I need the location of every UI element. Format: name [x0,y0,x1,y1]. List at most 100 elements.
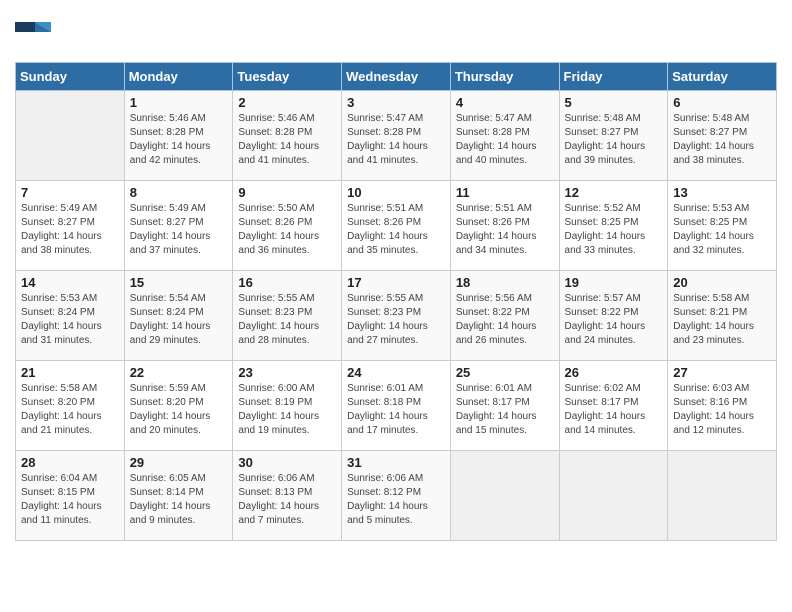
calendar-cell: 10 Sunrise: 5:51 AMSunset: 8:26 PMDayligh… [342,181,451,271]
cell-content: Sunrise: 5:51 AMSunset: 8:26 PMDaylight:… [347,202,445,258]
day-number: 20 [673,275,771,290]
cell-content: Sunrise: 5:54 AMSunset: 8:24 PMDaylight:… [130,292,228,348]
day-number: 9 [238,185,336,200]
day-number: 27 [673,365,771,380]
cell-content: Sunrise: 5:53 AMSunset: 8:25 PMDaylight:… [673,202,771,258]
calendar-week-2: 7Sunrise: 5:49 AMSunset: 8:27 PMDaylight… [16,181,777,271]
day-number: 12 [565,185,663,200]
day-number: 14 [21,275,119,290]
calendar-cell: 23 Sunrise: 6:00 AMSunset: 8:19 PMDayligh… [233,361,342,451]
day-header-sunday: Sunday [16,63,125,91]
cell-content: Sunrise: 6:04 AMSunset: 8:15 PMDaylight:… [21,472,119,528]
calendar-cell: 28 Sunrise: 6:04 AMSunset: 8:15 PMDayligh… [16,451,125,541]
day-header-monday: Monday [124,63,233,91]
cell-content: Sunrise: 6:06 AMSunset: 8:13 PMDaylight:… [238,472,336,528]
calendar-cell: 11 Sunrise: 5:51 AMSunset: 8:26 PMDayligh… [450,181,559,271]
calendar-cell: 13 Sunrise: 5:53 AMSunset: 8:25 PMDayligh… [668,181,777,271]
calendar-cell: 7Sunrise: 5:49 AMSunset: 8:27 PMDaylight… [16,181,125,271]
day-number: 22 [130,365,228,380]
calendar-cell [668,451,777,541]
day-number: 4 [456,95,554,110]
calendar-cell: 19 Sunrise: 5:57 AMSunset: 8:22 PMDayligh… [559,271,668,361]
day-number: 17 [347,275,445,290]
cell-content: Sunrise: 5:46 AMSunset: 8:28 PMDaylight:… [130,112,228,168]
calendar-cell: 18 Sunrise: 5:56 AMSunset: 8:22 PMDayligh… [450,271,559,361]
calendar-cell: 27 Sunrise: 6:03 AMSunset: 8:16 PMDayligh… [668,361,777,451]
day-number: 16 [238,275,336,290]
calendar-week-3: 14 Sunrise: 5:53 AMSunset: 8:24 PMDayligh… [16,271,777,361]
cell-content: Sunrise: 6:03 AMSunset: 8:16 PMDaylight:… [673,382,771,438]
calendar-cell: 12 Sunrise: 5:52 AMSunset: 8:25 PMDayligh… [559,181,668,271]
cell-content: Sunrise: 5:58 AMSunset: 8:21 PMDaylight:… [673,292,771,348]
day-number: 3 [347,95,445,110]
day-number: 1 [130,95,228,110]
day-number: 23 [238,365,336,380]
cell-content: Sunrise: 5:52 AMSunset: 8:25 PMDaylight:… [565,202,663,258]
calendar-cell: 3Sunrise: 5:47 AMSunset: 8:28 PMDaylight… [342,91,451,181]
cell-content: Sunrise: 5:46 AMSunset: 8:28 PMDaylight:… [238,112,336,168]
cell-content: Sunrise: 5:48 AMSunset: 8:27 PMDaylight:… [565,112,663,168]
calendar-cell: 17 Sunrise: 5:55 AMSunset: 8:23 PMDayligh… [342,271,451,361]
day-header-tuesday: Tuesday [233,63,342,91]
calendar-cell: 6 Sunrise: 5:48 AMSunset: 8:27 PMDaylight… [668,91,777,181]
calendar-cell: 9 Sunrise: 5:50 AMSunset: 8:26 PMDaylight… [233,181,342,271]
calendar-cell: 25Sunrise: 6:01 AMSunset: 8:17 PMDayligh… [450,361,559,451]
day-number: 24 [347,365,445,380]
calendar-cell: 5 Sunrise: 5:48 AMSunset: 8:27 PMDaylight… [559,91,668,181]
day-number: 15 [130,275,228,290]
cell-content: Sunrise: 6:05 AMSunset: 8:14 PMDaylight:… [130,472,228,528]
day-number: 7 [21,185,119,200]
calendar-cell: 1 Sunrise: 5:46 AMSunset: 8:28 PMDaylight… [124,91,233,181]
cell-content: Sunrise: 5:48 AMSunset: 8:27 PMDaylight:… [673,112,771,168]
cell-content: Sunrise: 5:51 AMSunset: 8:26 PMDaylight:… [456,202,554,258]
calendar-cell: 15 Sunrise: 5:54 AMSunset: 8:24 PMDayligh… [124,271,233,361]
logo [15,18,55,54]
cell-content: Sunrise: 5:57 AMSunset: 8:22 PMDaylight:… [565,292,663,348]
calendar-cell: 14 Sunrise: 5:53 AMSunset: 8:24 PMDayligh… [16,271,125,361]
day-number: 2 [238,95,336,110]
cell-content: Sunrise: 5:47 AMSunset: 8:28 PMDaylight:… [456,112,554,168]
calendar-cell [559,451,668,541]
calendar-cell: 24 Sunrise: 6:01 AMSunset: 8:18 PMDayligh… [342,361,451,451]
cell-content: Sunrise: 6:01 AMSunset: 8:18 PMDaylight:… [347,382,445,438]
cell-content: Sunrise: 6:00 AMSunset: 8:19 PMDaylight:… [238,382,336,438]
calendar-week-4: 21 Sunrise: 5:58 AMSunset: 8:20 PMDayligh… [16,361,777,451]
calendar-cell: 30 Sunrise: 6:06 AMSunset: 8:13 PMDayligh… [233,451,342,541]
day-number: 21 [21,365,119,380]
calendar-cell: 4 Sunrise: 5:47 AMSunset: 8:28 PMDaylight… [450,91,559,181]
day-number: 30 [238,455,336,470]
cell-content: Sunrise: 6:01 AMSunset: 8:17 PMDaylight:… [456,382,554,438]
day-number: 13 [673,185,771,200]
day-number: 5 [565,95,663,110]
day-number: 31 [347,455,445,470]
calendar-table: SundayMondayTuesdayWednesdayThursdayFrid… [15,62,777,541]
cell-content: Sunrise: 5:56 AMSunset: 8:22 PMDaylight:… [456,292,554,348]
calendar-cell: 26 Sunrise: 6:02 AMSunset: 8:17 PMDayligh… [559,361,668,451]
calendar-cell: 31 Sunrise: 6:06 AMSunset: 8:12 PMDayligh… [342,451,451,541]
day-number: 18 [456,275,554,290]
cell-content: Sunrise: 5:50 AMSunset: 8:26 PMDaylight:… [238,202,336,258]
calendar-cell: 21 Sunrise: 5:58 AMSunset: 8:20 PMDayligh… [16,361,125,451]
cell-content: Sunrise: 5:58 AMSunset: 8:20 PMDaylight:… [21,382,119,438]
header-row: SundayMondayTuesdayWednesdayThursdayFrid… [16,63,777,91]
calendar-cell [16,91,125,181]
day-header-friday: Friday [559,63,668,91]
calendar-cell: 20 Sunrise: 5:58 AMSunset: 8:21 PMDayligh… [668,271,777,361]
day-number: 10 [347,185,445,200]
day-number: 11 [456,185,554,200]
cell-content: Sunrise: 5:59 AMSunset: 8:20 PMDaylight:… [130,382,228,438]
day-number: 6 [673,95,771,110]
day-number: 19 [565,275,663,290]
day-number: 8 [130,185,228,200]
day-number: 26 [565,365,663,380]
day-number: 28 [21,455,119,470]
cell-content: Sunrise: 6:06 AMSunset: 8:12 PMDaylight:… [347,472,445,528]
cell-content: Sunrise: 6:02 AMSunset: 8:17 PMDaylight:… [565,382,663,438]
cell-content: Sunrise: 5:53 AMSunset: 8:24 PMDaylight:… [21,292,119,348]
calendar-cell: 2 Sunrise: 5:46 AMSunset: 8:28 PMDaylight… [233,91,342,181]
cell-content: Sunrise: 5:55 AMSunset: 8:23 PMDaylight:… [347,292,445,348]
calendar-cell [450,451,559,541]
day-header-thursday: Thursday [450,63,559,91]
calendar-cell: 8Sunrise: 5:49 AMSunset: 8:27 PMDaylight… [124,181,233,271]
day-number: 29 [130,455,228,470]
